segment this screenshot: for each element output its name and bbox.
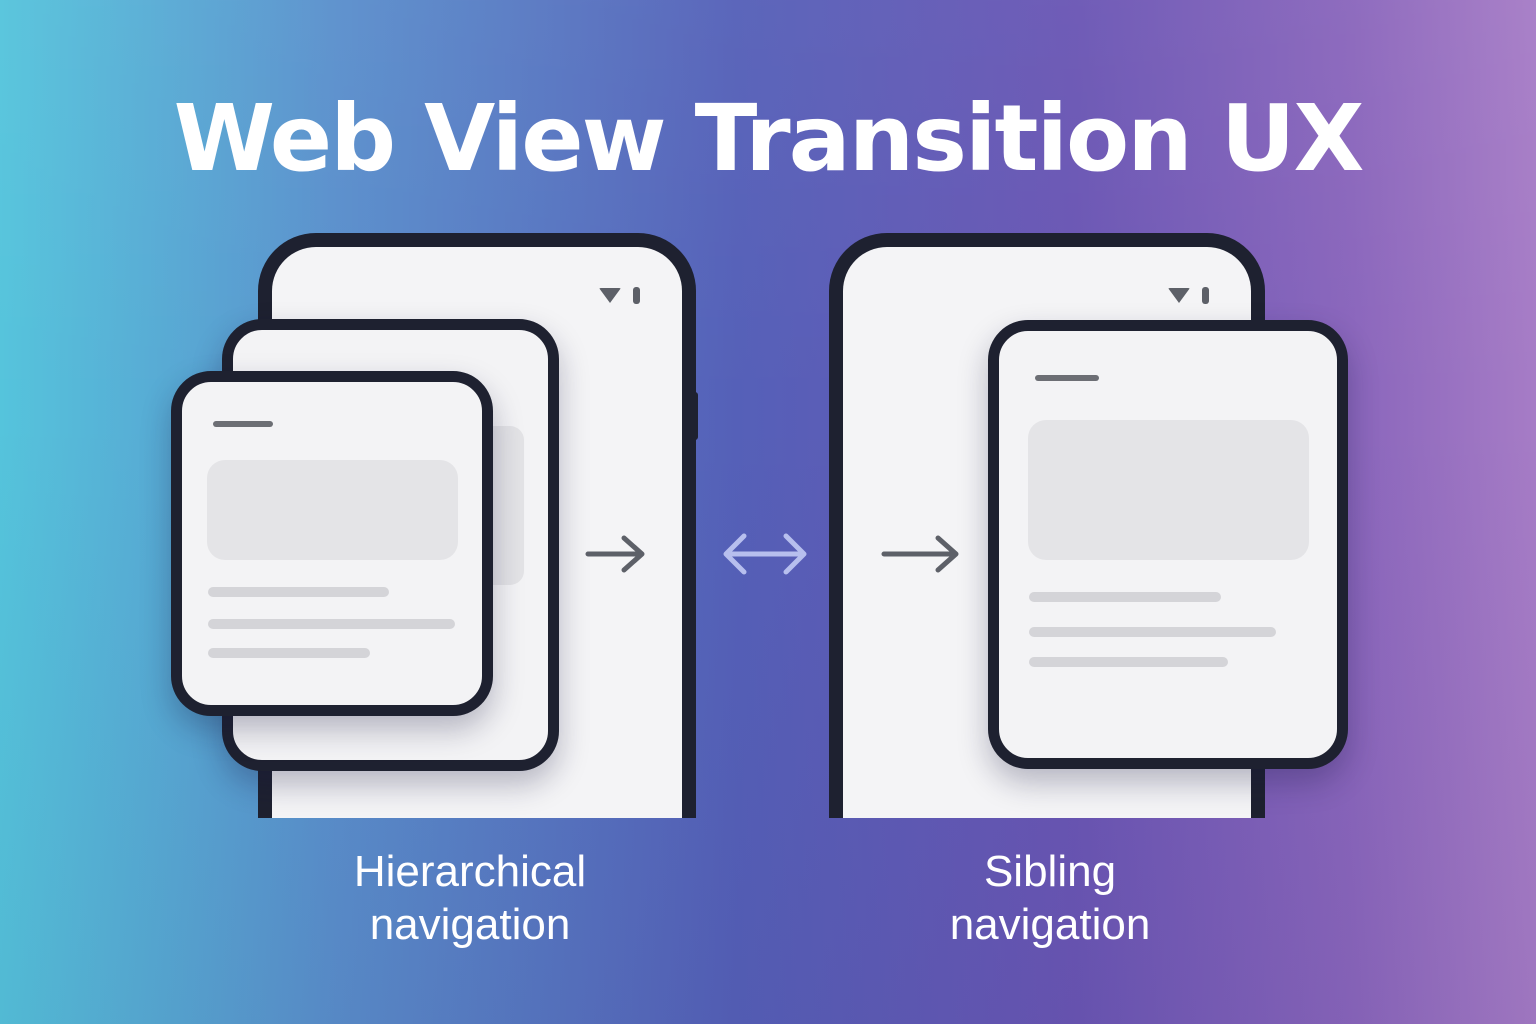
card-sibling-page [988, 320, 1348, 769]
label-sibling-navigation: Sibling navigation [850, 845, 1250, 951]
text-line [208, 587, 389, 597]
label-line: navigation [949, 900, 1151, 949]
page-title: Web View Transition UX [173, 85, 1365, 192]
text-line [1029, 592, 1221, 602]
double-arrow-icon [723, 533, 807, 575]
status-bar [599, 287, 640, 304]
text-line [208, 619, 455, 629]
text-line [208, 648, 370, 658]
text-line [1029, 657, 1228, 667]
phone-side-button [692, 392, 698, 440]
wifi-icon [599, 288, 621, 303]
status-bar [1168, 287, 1209, 304]
image-placeholder [1028, 420, 1309, 560]
wifi-icon [1168, 288, 1190, 303]
battery-icon [633, 287, 640, 304]
card-child-page [171, 371, 493, 716]
label-line: Sibling [983, 847, 1117, 896]
label-line: navigation [369, 900, 571, 949]
label-line: Hierarchical [353, 847, 587, 896]
text-line [1029, 627, 1276, 637]
card-header-line [1035, 375, 1099, 381]
battery-icon [1202, 287, 1209, 304]
arrow-right-icon [585, 535, 645, 573]
arrow-right-icon [881, 535, 959, 573]
card-header-line [213, 421, 273, 427]
label-hierarchical-navigation: Hierarchical navigation [270, 845, 670, 951]
image-placeholder [207, 460, 458, 560]
